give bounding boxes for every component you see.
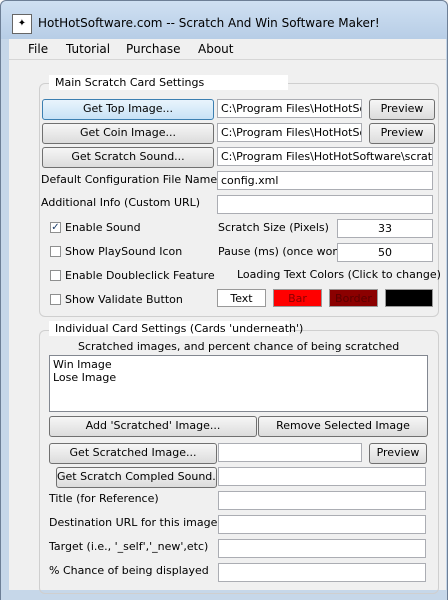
add-scratched-image-button[interactable]: Add 'Scratched' Image... (49, 416, 257, 437)
scratched-image-preview-button[interactable]: Preview (369, 443, 427, 464)
scratched-list-caption: Scratched images, and percent chance of … (78, 340, 400, 353)
menu-bar: File Tutorial Purchase About (9, 39, 446, 60)
coin-image-preview-button[interactable]: Preview (369, 123, 435, 144)
scratched-image-path-field[interactable] (218, 443, 362, 462)
top-image-path-field[interactable]: C:\Program Files\HotHotSoftw (217, 99, 362, 118)
config-file-label: Default Configuration File Name (41, 173, 218, 186)
bar-color-swatch[interactable]: Bar (273, 289, 322, 307)
text-color-swatch[interactable]: Text (217, 289, 266, 307)
remove-selected-image-button[interactable]: Remove Selected Image (258, 416, 428, 437)
enable-doubleclick-label[interactable]: Enable Doubleclick Feature (65, 269, 215, 282)
get-scratch-sound-button[interactable]: Get Scratch Sound... (42, 147, 214, 168)
get-coin-image-button[interactable]: Get Coin Image... (42, 123, 214, 144)
scratch-sound-path-field[interactable]: C:\Program Files\HotHotSoftware\scratch_… (217, 147, 433, 166)
list-item[interactable]: Lose Image (53, 371, 424, 384)
config-file-field[interactable]: config.xml (217, 171, 433, 190)
get-scratched-image-button[interactable]: Get Scratched Image... (49, 443, 217, 464)
get-scratch-completed-sound-button[interactable]: Get Scratch Compled Sound... (56, 467, 217, 488)
window-title: HotHotSoftware.com -- Scratch And Win So… (38, 16, 380, 30)
get-top-image-button[interactable]: Get Top Image... (42, 99, 214, 120)
chance-label: % Chance of being displayed (49, 564, 209, 577)
scratch-size-field[interactable]: 33 (337, 219, 433, 238)
top-image-preview-button[interactable]: Preview (369, 99, 435, 120)
scratched-images-list[interactable]: Win Image Lose Image (49, 355, 428, 412)
app-icon: ✦ (12, 14, 32, 34)
chance-field[interactable] (218, 563, 426, 582)
show-playsound-checkbox[interactable] (50, 246, 61, 257)
loading-colors-label: Loading Text Colors (Click to change) (237, 268, 441, 281)
title-reference-label: Title (for Reference) (49, 492, 159, 505)
title-bar[interactable]: ✦ HotHotSoftware.com -- Scratch And Win … (1, 1, 447, 39)
destination-url-label: Destination URL for this image (49, 516, 218, 529)
list-item[interactable]: Win Image (53, 358, 424, 371)
background-color-swatch[interactable] (385, 289, 433, 307)
desktop-background (0, 600, 448, 616)
pause-field[interactable]: 50 (337, 243, 433, 262)
title-reference-field[interactable] (218, 491, 426, 510)
border-color-swatch[interactable]: Border (329, 289, 378, 307)
target-label: Target (i.e., '_self','_new',etc) (49, 540, 209, 553)
menu-purchase[interactable]: Purchase (126, 42, 181, 56)
enable-sound-label[interactable]: Enable Sound (65, 221, 141, 234)
main-settings-label: Main Scratch Card Settings (49, 75, 288, 90)
individual-settings-label: Individual Card Settings (Cards 'underne… (49, 321, 303, 336)
scratch-completed-sound-field[interactable] (218, 467, 426, 486)
pause-label: Pause (ms) (once won) (218, 245, 344, 258)
enable-doubleclick-checkbox[interactable] (50, 270, 61, 281)
show-validate-label[interactable]: Show Validate Button (65, 293, 183, 306)
enable-sound-checkbox[interactable]: ✓ (50, 222, 61, 233)
additional-info-label: Additional Info (Custom URL) (41, 196, 201, 209)
destination-url-field[interactable] (218, 515, 426, 534)
menu-about[interactable]: About (198, 42, 233, 56)
additional-info-field[interactable] (217, 195, 433, 214)
show-validate-checkbox[interactable] (50, 294, 61, 305)
show-playsound-label[interactable]: Show PlaySound Icon (65, 245, 182, 258)
target-field[interactable] (218, 539, 426, 558)
scratch-size-label: Scratch Size (Pixels) (218, 221, 329, 234)
menu-tutorial[interactable]: Tutorial (66, 42, 110, 56)
menu-file[interactable]: File (28, 42, 48, 56)
coin-image-path-field[interactable]: C:\Program Files\HotHotSoftw (217, 123, 362, 142)
